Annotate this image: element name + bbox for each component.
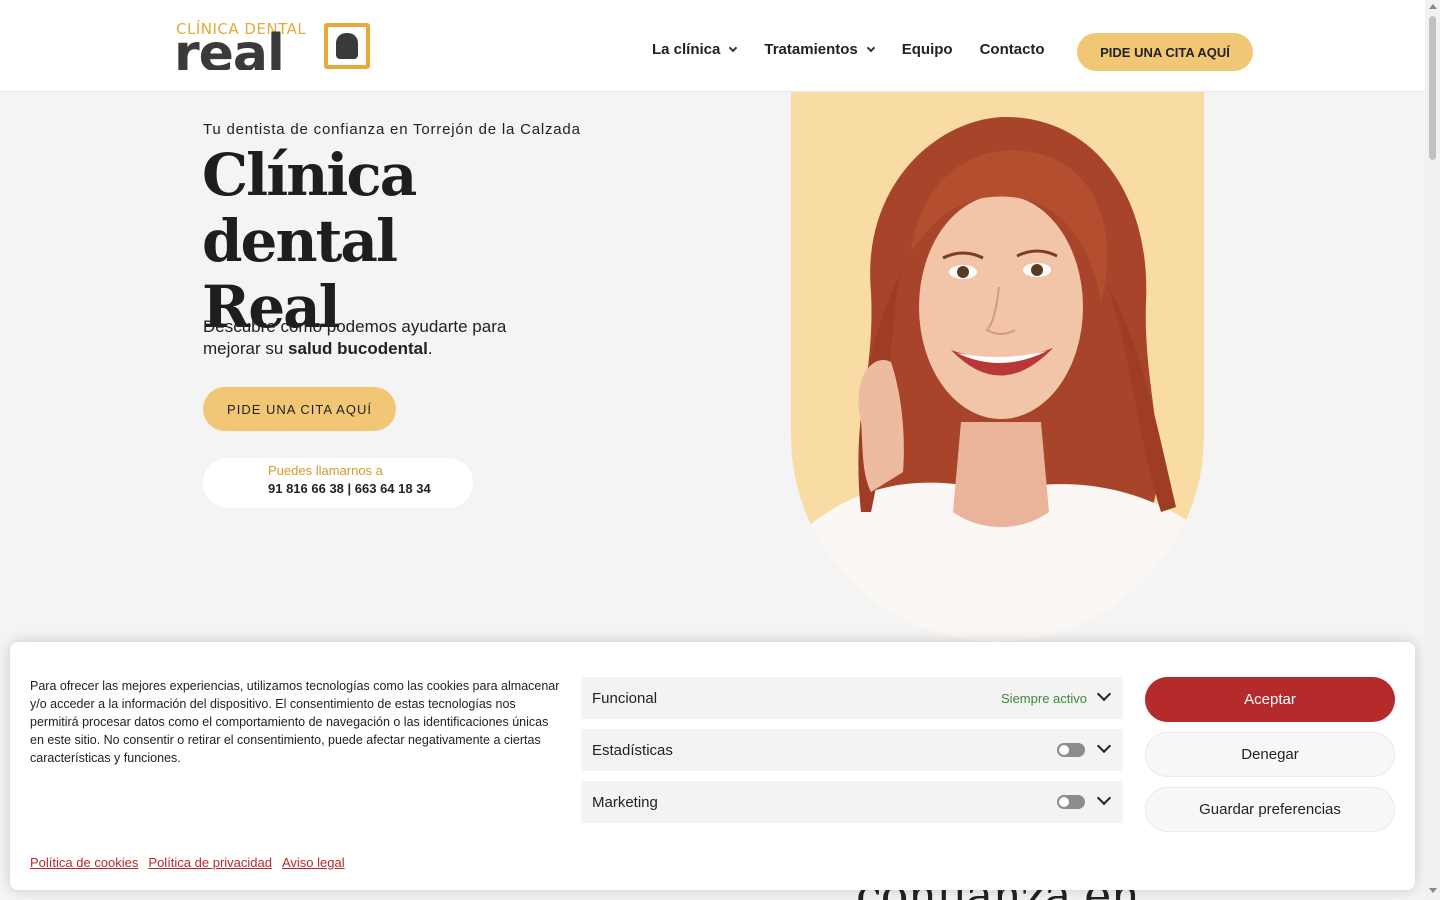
nav-item-label: Tratamientos: [764, 41, 858, 58]
phone-contact-card[interactable]: Puedes llamarnos a 91 816 66 38 | 663 64…: [203, 458, 473, 508]
chevron-down-icon[interactable]: [1096, 790, 1112, 806]
scroll-up-arrow-icon[interactable]: [1429, 4, 1437, 9]
deny-cookies-button[interactable]: Denegar: [1145, 732, 1395, 777]
marketing-toggle[interactable]: [1057, 795, 1085, 809]
toggle-knob: [1059, 745, 1069, 755]
nav-item-label: Equipo: [901, 41, 953, 58]
cookie-category-funcional[interactable]: Funcional Siempre activo: [581, 677, 1123, 719]
logo-tooth-icon: [324, 23, 370, 69]
legal-notice-link[interactable]: Aviso legal: [282, 855, 345, 870]
category-name: Marketing: [592, 793, 658, 811]
nav-item-label: La clínica: [652, 41, 721, 58]
privacy-policy-link[interactable]: Política de privacidad: [148, 855, 272, 870]
chevron-down-icon[interactable]: [1096, 738, 1112, 754]
site-header: CLÍNICA DENTAL real La clínica Tratamien…: [0, 0, 1425, 92]
clinic-logo[interactable]: CLÍNICA DENTAL real: [174, 20, 376, 72]
main-nav: La clínica Tratamientos Equipo Contacto: [652, 41, 1045, 58]
woman-smiling-illustration: [791, 117, 1204, 642]
chevron-down-icon[interactable]: [1096, 686, 1112, 702]
category-status-always-active: Siempre activo: [1001, 690, 1087, 706]
cookie-policy-link[interactable]: Política de cookies: [30, 855, 138, 870]
save-preferences-button[interactable]: Guardar preferencias: [1145, 787, 1395, 832]
nav-item-tratamientos[interactable]: Tratamientos: [764, 41, 875, 58]
hero-appointment-button[interactable]: PIDE UNA CITA AQUÍ: [203, 387, 396, 431]
cookie-policy-links: Política de cookies Política de privacid…: [30, 855, 355, 870]
chevron-down-icon: [729, 43, 738, 52]
nav-item-la-clinica[interactable]: La clínica: [652, 41, 738, 58]
chevron-down-icon: [866, 43, 875, 52]
toggle-knob: [1059, 797, 1069, 807]
hero-desc-bold: salud bucodental: [288, 339, 428, 358]
hero-desc-end: .: [427, 339, 433, 358]
category-name: Funcional: [592, 689, 658, 707]
scroll-down-arrow-icon[interactable]: [1429, 888, 1437, 893]
cookie-category-estadisticas[interactable]: Estadísticas: [581, 729, 1123, 771]
category-name: Estadísticas: [592, 741, 673, 759]
hero-woman-photo: [791, 92, 1204, 642]
phone-numbers: 91 816 66 38 | 663 64 18 34: [268, 481, 431, 496]
scroll-thumb[interactable]: [1429, 16, 1436, 160]
cookie-description: Para ofrecer las mejores experiencias, u…: [30, 679, 560, 765]
phone-label: Puedes llamarnos a: [268, 463, 383, 478]
page-scrollbar[interactable]: [1425, 0, 1440, 900]
header-appointment-button[interactable]: PIDE UNA CITA AQUÍ: [1077, 33, 1253, 71]
hero-description: Descubre como podemos ayudarte para mejo…: [203, 316, 523, 360]
accept-cookies-button[interactable]: Aceptar: [1145, 677, 1395, 722]
hero-title-line1: Clínica dental: [202, 141, 417, 275]
statistics-toggle[interactable]: [1057, 743, 1085, 757]
logo-main-text: real: [174, 28, 284, 70]
cookie-consent-banner: Para ofrecer las mejores experiencias, u…: [10, 642, 1415, 890]
hero-subtitle: Tu dentista de confianza en Torrejón de …: [203, 121, 581, 138]
nav-item-contacto[interactable]: Contacto: [980, 41, 1045, 58]
nav-item-equipo[interactable]: Equipo: [902, 41, 953, 58]
cookie-category-marketing[interactable]: Marketing: [581, 781, 1123, 823]
hero-title: Clínica dental Real: [202, 142, 622, 340]
nav-item-label: Contacto: [979, 41, 1045, 58]
